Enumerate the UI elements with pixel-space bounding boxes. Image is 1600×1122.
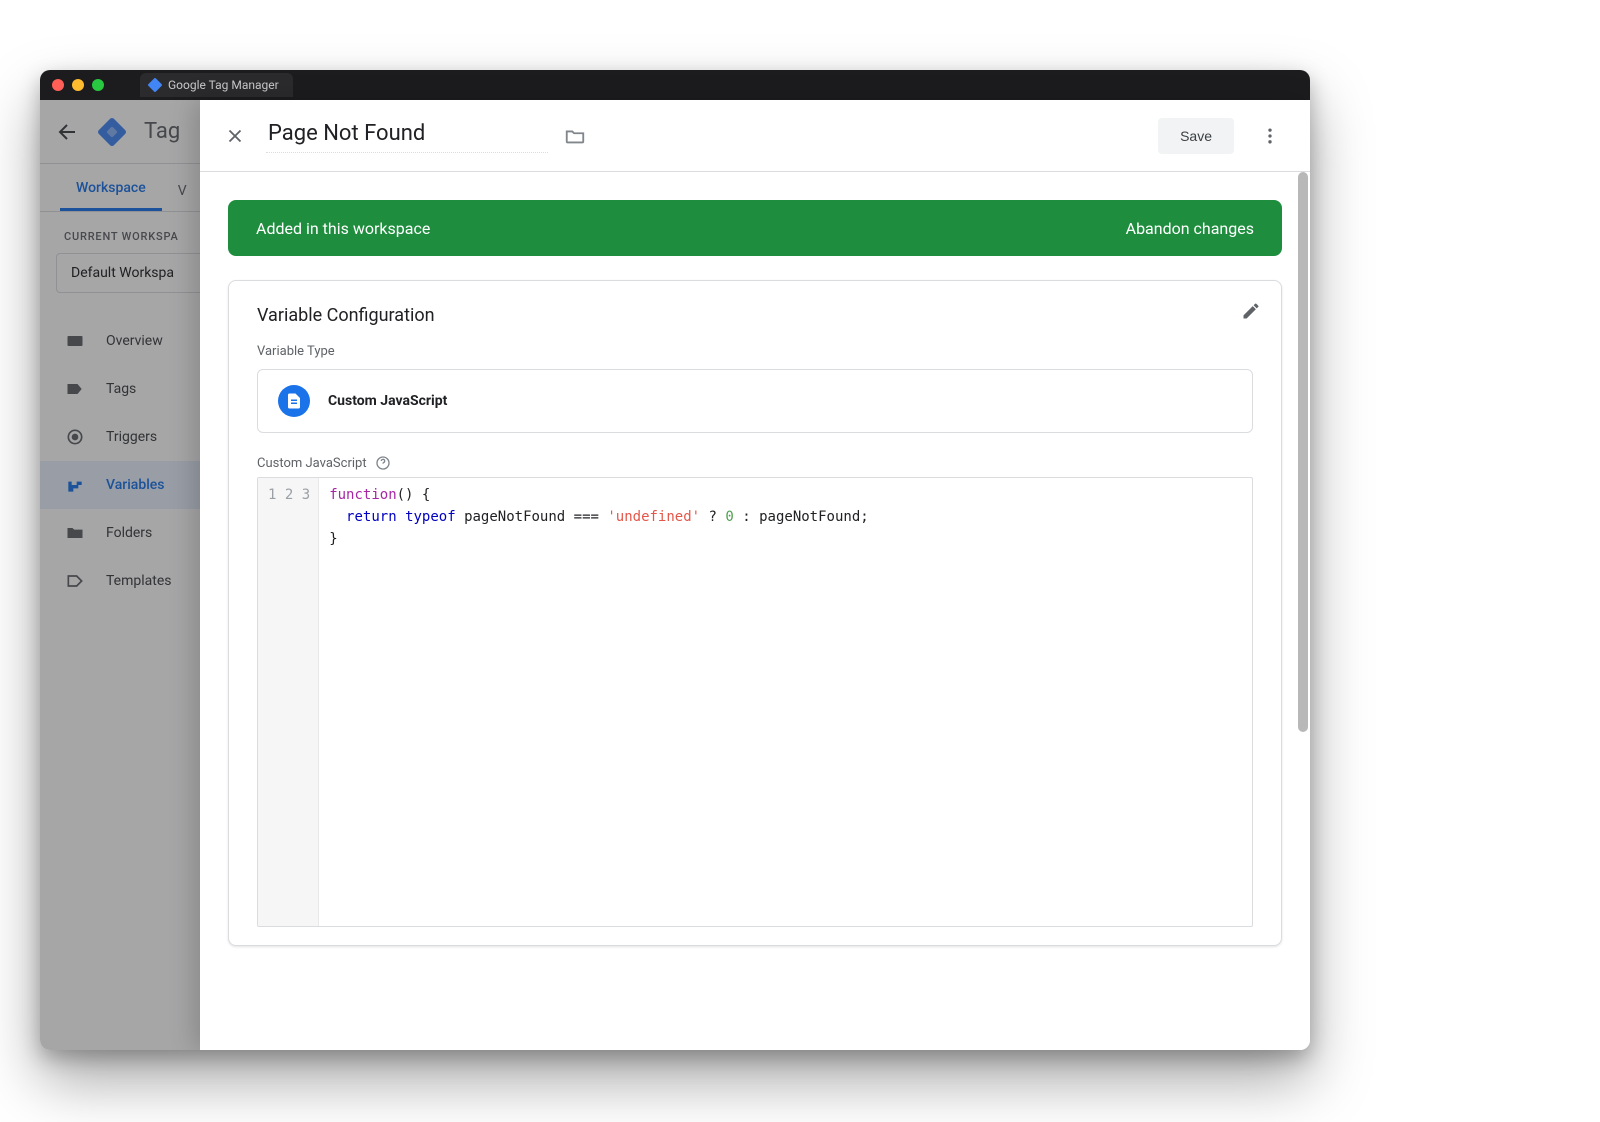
window-close-dot[interactable]	[52, 79, 64, 91]
more-vert-icon	[1260, 126, 1280, 146]
scrollbar-thumb[interactable]	[1298, 172, 1308, 732]
custom-js-icon	[278, 385, 310, 417]
close-icon[interactable]	[220, 121, 250, 151]
window-zoom-dot[interactable]	[92, 79, 104, 91]
code-editor[interactable]: 1 2 3 function() { return typeof pageNot…	[257, 477, 1253, 927]
variable-configuration-card: Variable Configuration Variable Type Cus…	[228, 280, 1282, 946]
code-gutter: 1 2 3	[258, 478, 319, 926]
code-content[interactable]: function() { return typeof pageNotFound …	[319, 478, 878, 926]
browser-titlebar: Google Tag Manager	[40, 70, 1310, 100]
browser-tab-title: Google Tag Manager	[168, 78, 279, 92]
abandon-changes-link[interactable]: Abandon changes	[1126, 219, 1254, 238]
variable-name-input[interactable]	[266, 119, 548, 153]
variable-editor-panel: Save Added in this workspace Abandon cha…	[200, 100, 1310, 1050]
gtm-favicon-icon	[148, 78, 162, 92]
panel-header: Save	[200, 100, 1310, 172]
folder-icon[interactable]	[564, 125, 586, 147]
save-button[interactable]: Save	[1158, 118, 1234, 154]
code-field-label: Custom JavaScript	[257, 456, 367, 471]
browser-tab[interactable]: Google Tag Manager	[140, 73, 293, 97]
variable-type-name: Custom JavaScript	[328, 393, 447, 409]
edit-icon[interactable]	[1241, 301, 1261, 325]
panel-scrollbar[interactable]	[1296, 100, 1310, 1050]
variable-type-selector[interactable]: Custom JavaScript	[257, 369, 1253, 433]
variable-type-label: Variable Type	[257, 344, 1253, 359]
window-minimize-dot[interactable]	[72, 79, 84, 91]
banner-message: Added in this workspace	[256, 219, 430, 238]
more-menu-button[interactable]	[1250, 116, 1290, 156]
workspace-change-banner: Added in this workspace Abandon changes	[228, 200, 1282, 256]
card-title: Variable Configuration	[257, 305, 1253, 326]
help-icon[interactable]	[375, 455, 391, 471]
